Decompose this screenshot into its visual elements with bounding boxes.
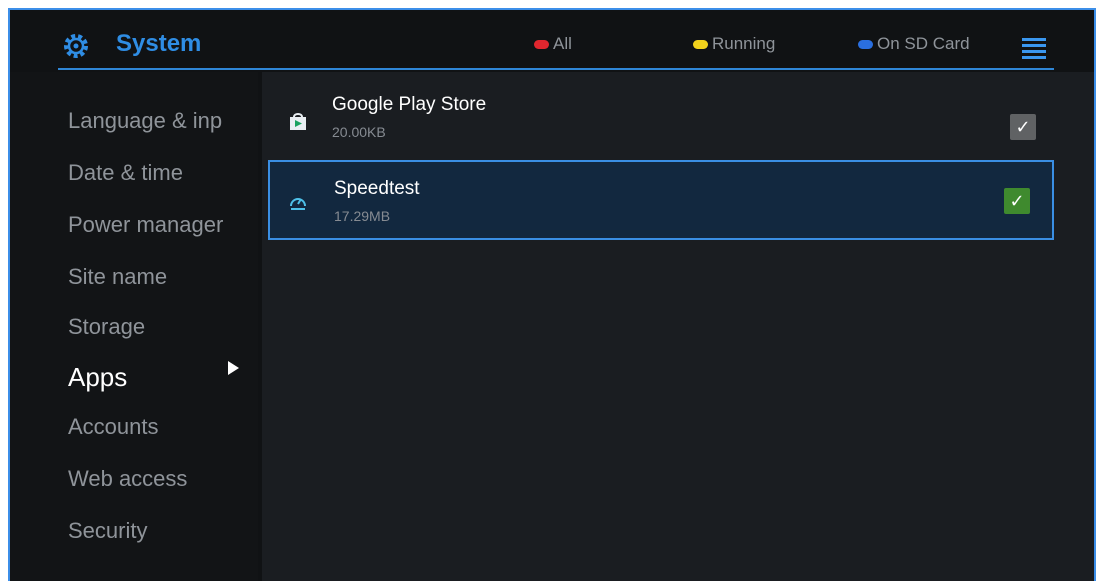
sidebar-item-web-access[interactable]: Web access <box>68 466 258 492</box>
checkbox[interactable]: ✓ <box>1010 114 1036 140</box>
filter-sd-card[interactable]: On SD Card <box>858 34 970 54</box>
sidebar: Language & inp Date & time Power manager… <box>10 72 258 581</box>
sidebar-item-date-time[interactable]: Date & time <box>68 160 258 186</box>
menu-icon[interactable] <box>1022 38 1046 59</box>
app-list: Google Play Store 20.00KB ✓ Speedtest 17… <box>262 72 1094 581</box>
sidebar-item-site-name[interactable]: Site name <box>68 264 258 290</box>
check-icon: ✓ <box>1015 116 1031 137</box>
app-size: 17.29MB <box>334 208 391 224</box>
sidebar-item-power-manager[interactable]: Power manager <box>68 212 258 238</box>
app-row-google-play-store[interactable]: Google Play Store 20.00KB ✓ <box>268 80 1054 160</box>
red-dot-icon <box>534 39 549 49</box>
check-icon: ✓ <box>1009 190 1025 211</box>
app-size: 20.00KB <box>332 124 386 140</box>
play-store-icon <box>290 113 306 130</box>
filter-all[interactable]: All <box>534 34 572 54</box>
app-window: System All Running On SD Card Language &… <box>8 8 1096 581</box>
filter-running-label: Running <box>712 34 776 53</box>
blue-dot-icon <box>858 39 873 49</box>
yellow-dot-icon <box>693 39 708 49</box>
sidebar-item-language[interactable]: Language & inp <box>68 108 258 134</box>
filter-running[interactable]: Running <box>693 34 775 54</box>
filter-all-label: All <box>553 34 572 53</box>
app-name: Google Play Store <box>332 94 487 115</box>
header-divider <box>58 68 1054 70</box>
speedtest-icon <box>290 198 306 210</box>
sidebar-item-storage[interactable]: Storage <box>68 314 258 340</box>
sidebar-item-security[interactable]: Security <box>68 518 258 544</box>
sidebar-item-accounts[interactable]: Accounts <box>68 414 258 440</box>
filter-sd-card-label: On SD Card <box>877 34 970 53</box>
page-title: System <box>116 30 202 57</box>
gear-icon <box>64 34 88 58</box>
selected-arrow-icon <box>228 361 239 375</box>
checkbox[interactable]: ✓ <box>1004 188 1030 214</box>
app-row-speedtest[interactable]: Speedtest 17.29MB ✓ <box>268 160 1054 240</box>
header: System All Running On SD Card <box>10 10 1094 72</box>
app-name: Speedtest <box>334 178 420 199</box>
